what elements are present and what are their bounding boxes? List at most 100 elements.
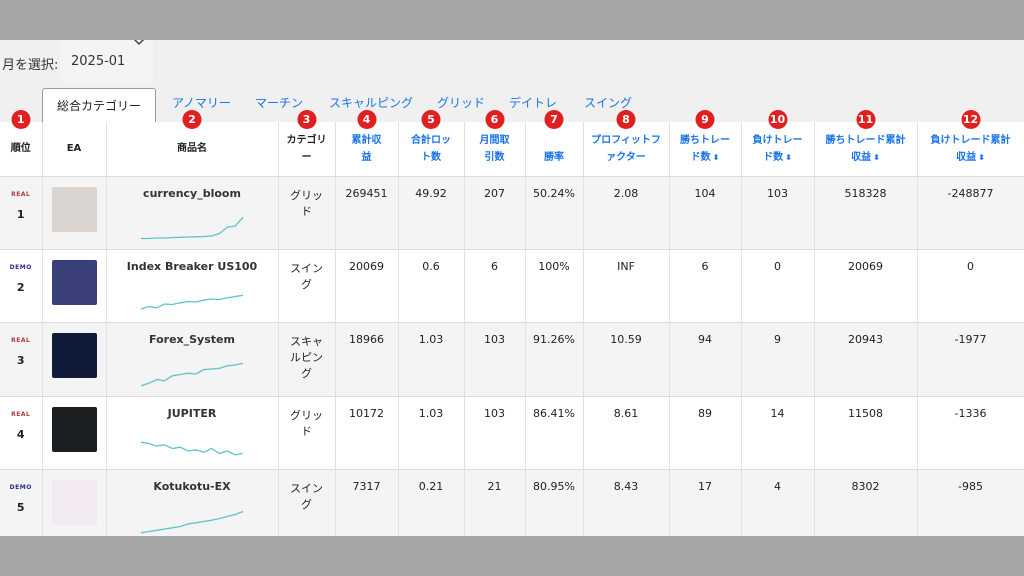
sparkline-path: [141, 216, 244, 239]
lots-cell: 0.6: [398, 249, 465, 324]
col-header-line2: ー: [301, 151, 312, 163]
ea-thumbnail-image[interactable]: [51, 259, 97, 305]
account-type-badge: DEMO: [9, 484, 32, 492]
col-header-ea: EA: [42, 122, 107, 177]
product-name[interactable]: Forex_System: [107, 333, 278, 346]
trades-cell: 103: [464, 396, 526, 471]
sort-icon[interactable]: ⬍: [785, 149, 792, 166]
lots-cell: 1.03: [398, 396, 465, 471]
sort-icon[interactable]: ⬍: [978, 149, 985, 166]
wins-cell: 94: [669, 322, 742, 397]
trades-cell: 103: [464, 322, 526, 397]
product-name[interactable]: JUPITER: [107, 407, 278, 420]
category-value: スキャルピング: [290, 335, 323, 381]
wins-cell: 17: [669, 469, 742, 536]
product-name[interactable]: Kotukotu-EX: [107, 480, 278, 493]
equity-sparkline: [140, 362, 244, 387]
col-header-line1: プロフィットフ: [591, 134, 661, 146]
losses-cell: 103: [741, 176, 815, 250]
loss-profit-cell: -1977: [917, 322, 1024, 397]
product-cell: Kotukotu-EX: [106, 469, 279, 536]
tab-grid[interactable]: グリッド: [437, 94, 485, 111]
table-row[interactable]: DEMO 2 Index Breaker US100 スイング 20069 0.…: [0, 249, 1024, 324]
winrate-cell: 80.95%: [525, 469, 584, 536]
tab-martin[interactable]: マーチン: [255, 94, 303, 111]
product-name[interactable]: currency_bloom: [107, 187, 278, 200]
tab-swing[interactable]: スイング: [584, 94, 632, 111]
tab-overall[interactable]: 総合カテゴリー: [42, 88, 157, 123]
loss-profit-cell: -985: [917, 469, 1024, 536]
col-header-trades: 6 月間取 引数: [464, 110, 526, 177]
losses-cell: 0: [741, 249, 815, 324]
category-value: グリッド: [290, 408, 323, 438]
tab-scalping[interactable]: スキャルピング: [329, 94, 413, 111]
annotation-badge: 9: [695, 110, 715, 129]
tab-anomaly[interactable]: アノマリー: [172, 94, 231, 111]
win-profit-cell: 20069: [814, 249, 918, 324]
col-header-line1: 負けトレー: [752, 134, 803, 146]
col-header-line1: 商品名: [177, 143, 207, 155]
sparkline-path: [140, 441, 244, 456]
wins-cell: 104: [669, 176, 742, 250]
account-type-badge: DEMO: [9, 263, 32, 271]
profit-factor-cell: 2.08: [583, 176, 670, 250]
col-header-line1: 勝ちトレード累計: [825, 134, 906, 146]
tab-daytrade[interactable]: デイトレ: [509, 94, 557, 111]
sort-icon[interactable]: ⬍: [873, 149, 880, 166]
trades-cell: 21: [464, 469, 526, 536]
table-row[interactable]: REAL 1 currency_bloom グリッド 269451 49.92 …: [0, 176, 1024, 250]
category-cell: グリッド: [278, 396, 336, 471]
profit-cell: 10172: [335, 396, 399, 471]
ea-thumbnail-image[interactable]: [51, 480, 97, 526]
annotation-badge: 11: [856, 110, 875, 129]
sort-icon[interactable]: ⬍: [713, 149, 720, 166]
table-row[interactable]: REAL 4 JUPITER グリッド 10172 1.03 103 86.41…: [0, 396, 1024, 471]
month-label: 月を選択:: [2, 58, 59, 73]
col-header-name: 2 商品名: [106, 110, 279, 177]
col-header-line2: 収益: [956, 151, 977, 163]
col-header-line1: 累計収: [351, 134, 382, 146]
profit-factor-cell: 10.59: [583, 322, 670, 397]
col-header-losses[interactable]: 10 負けトレー ド数 ⬍: [741, 110, 815, 177]
loss-profit-cell: 0: [917, 249, 1024, 324]
equity-sparkline: [140, 510, 244, 534]
trades-cell: 6: [464, 249, 526, 324]
winrate-cell: 86.41%: [525, 396, 584, 471]
col-header-line1: EA: [66, 143, 82, 155]
product-cell: Index Breaker US100: [106, 249, 279, 324]
ea-thumbnail-image[interactable]: [51, 333, 97, 379]
annotation-badge: 8: [616, 110, 636, 129]
lots-cell: 0.21: [398, 469, 465, 536]
table-body: REAL 1 currency_bloom グリッド 269451 49.92 …: [0, 176, 1024, 536]
annotation-badge: 5: [421, 110, 441, 129]
col-header-win-profit[interactable]: 11 勝ちトレード累計 収益 ⬍: [814, 110, 918, 177]
col-header-line2: ド数: [690, 151, 711, 163]
month-select[interactable]: 2025-01: [60, 40, 153, 82]
table-row[interactable]: REAL 3 Forex_System スキャルピング 18966 1.03 1…: [0, 322, 1024, 397]
ea-thumbnail-image[interactable]: [51, 186, 97, 232]
table-row[interactable]: DEMO 5 Kotukotu-EX スイング 7317 0.21 21 80.…: [0, 469, 1024, 536]
ea-thumbnail-cell: [42, 249, 107, 324]
col-header-loss-profit[interactable]: 12 負けトレード累計 収益 ⬍: [917, 110, 1024, 177]
col-header-lots: 5 合計ロット数: [398, 110, 465, 177]
category-cell: スイング: [278, 469, 336, 536]
product-name[interactable]: Index Breaker US100: [107, 260, 278, 273]
category-cell: スキャルピング: [278, 322, 336, 397]
col-header-line2: ト数: [421, 151, 441, 163]
month-value: 2025-01: [71, 54, 126, 69]
category-value: グリッド: [290, 188, 323, 218]
losses-cell: 9: [741, 322, 815, 397]
col-header-line2: 勝率: [544, 151, 564, 163]
profit-cell: 18966: [335, 322, 399, 397]
col-header-rank: 1 順位: [0, 110, 43, 177]
ea-thumbnail-image[interactable]: [51, 406, 97, 452]
col-header-line1: 月間取: [479, 134, 510, 146]
col-header-line1: 合計ロッ: [411, 134, 451, 146]
col-header-wins[interactable]: 9 勝ちトレー ド数 ⬍: [669, 110, 742, 177]
rank-number: 4: [16, 427, 25, 441]
rank-cell: REAL 1: [0, 176, 43, 250]
equity-sparkline: [140, 294, 244, 310]
table-header-row: 1 順位 EA 2 商品名 3 カテゴリー 4 累計収益 5 合計ロッ ト数 6 月間取 引数 7 勝率 8 プロフ…: [0, 110, 1024, 177]
ea-thumbnail-cell: [42, 176, 107, 250]
rank-number: 1: [16, 207, 25, 221]
